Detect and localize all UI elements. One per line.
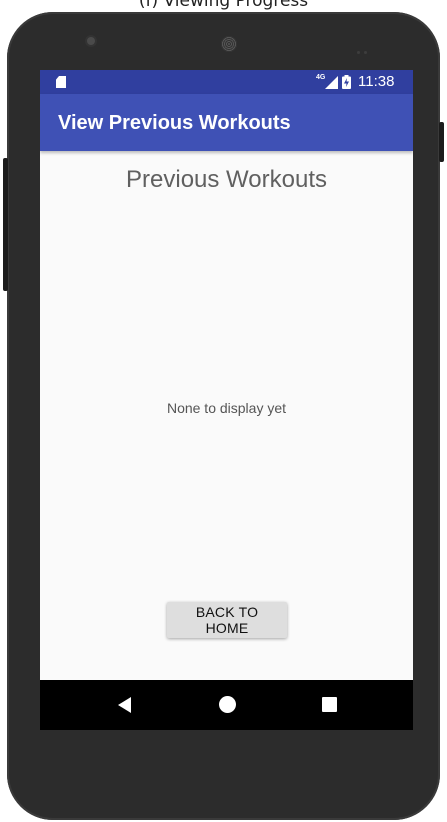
app-bar-title: View Previous Workouts bbox=[58, 112, 291, 134]
status-bar: 4G 11:38 bbox=[40, 70, 413, 94]
recents-icon[interactable] bbox=[322, 697, 337, 712]
volume-button bbox=[439, 122, 444, 162]
empty-state-message: None to display yet bbox=[166, 400, 287, 416]
system-nav-bar bbox=[40, 680, 413, 730]
network-type-label: 4G bbox=[316, 74, 326, 81]
sensor-dots-icon bbox=[357, 41, 377, 54]
page-title: Previous Workouts bbox=[126, 166, 327, 193]
speaker-grille-icon bbox=[221, 36, 237, 52]
app-bar: View Previous Workouts bbox=[40, 94, 413, 151]
figure-caption: (f) Viewing Progress bbox=[0, 0, 447, 12]
status-time: 11:38 bbox=[358, 73, 395, 90]
phone-screen: 4G 11:38 View Previous Workouts Previous… bbox=[40, 70, 413, 730]
sd-card-icon bbox=[56, 76, 66, 88]
signal-icon bbox=[325, 76, 338, 89]
front-camera-icon bbox=[87, 37, 95, 45]
home-icon[interactable] bbox=[219, 696, 236, 713]
back-to-home-button[interactable]: BACK TO HOME bbox=[167, 602, 287, 638]
caption-text: (f) Viewing Progress bbox=[138, 0, 309, 11]
power-button bbox=[3, 158, 8, 291]
back-icon[interactable] bbox=[118, 697, 131, 713]
battery-charging-icon bbox=[342, 75, 351, 89]
